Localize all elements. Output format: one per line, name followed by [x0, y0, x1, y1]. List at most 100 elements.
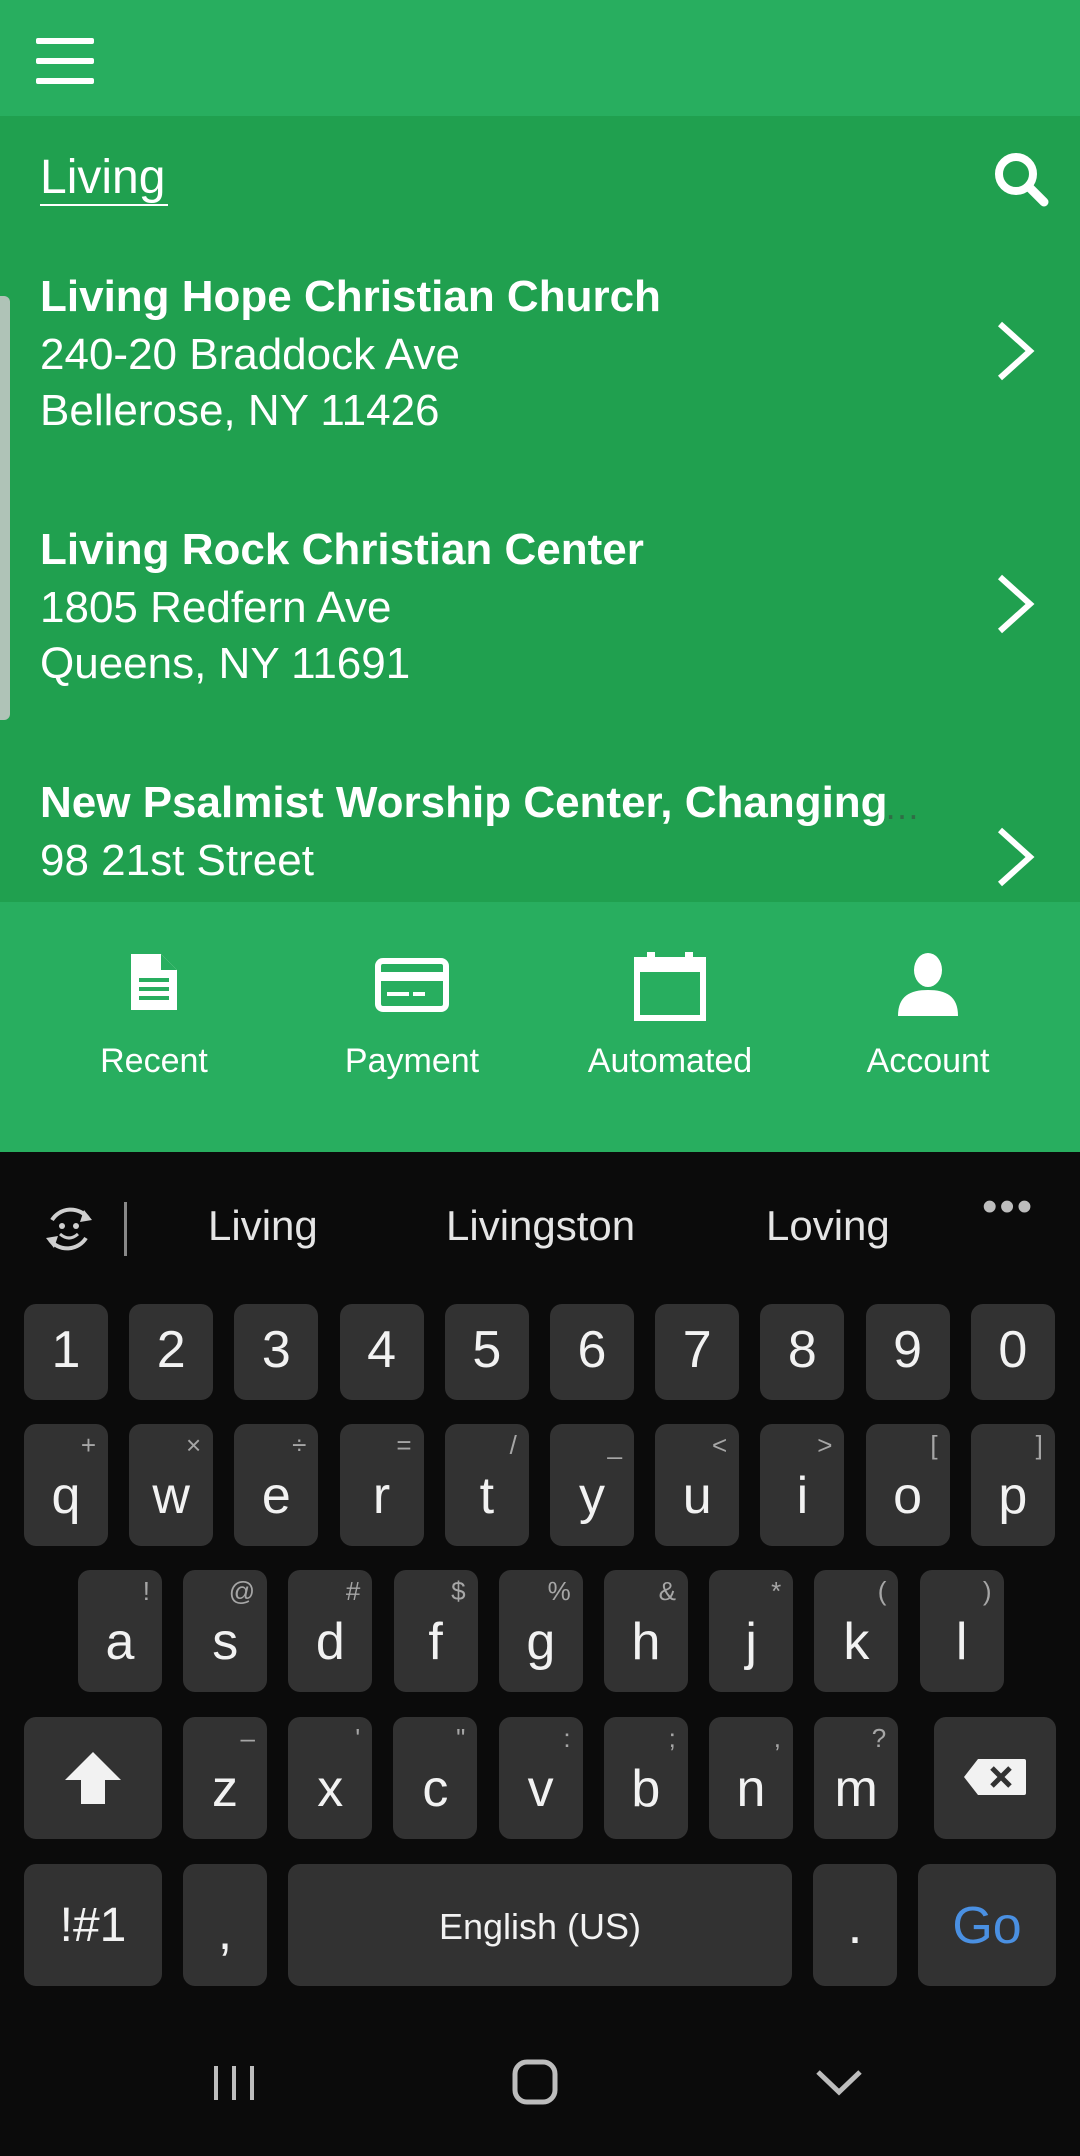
letter-key[interactable]: / t [444, 1424, 529, 1546]
result-item[interactable]: New Psalmist Worship Center, Changing … … [0, 778, 1080, 902]
letter-key[interactable]: ] p [970, 1424, 1055, 1546]
result-name: New Psalmist Worship Center, Changing [40, 778, 888, 827]
key-label: s [212, 1613, 239, 1671]
scroll-handle[interactable] [0, 296, 10, 720]
letter-key[interactable]: @ s [183, 1570, 268, 1692]
key-label: 8 [787, 1321, 817, 1379]
key-label: o [893, 1467, 923, 1525]
chevron-down-icon[interactable] [804, 2052, 874, 2112]
key-label: 1 [51, 1321, 81, 1379]
letter-key[interactable]: ) l [919, 1570, 1004, 1692]
letter-key[interactable]: * j [709, 1570, 794, 1692]
suggestion-item[interactable]: Living [208, 1202, 318, 1250]
key-secondary-label: _ [607, 1430, 622, 1460]
key-secondary-label: ! [142, 1576, 150, 1606]
key-label: 2 [156, 1321, 186, 1379]
hamburger-menu-icon[interactable] [36, 38, 94, 84]
key-secondary-label: * [771, 1576, 782, 1606]
number-key[interactable]: 8 [760, 1304, 845, 1400]
key-secondary-label: " [456, 1723, 466, 1753]
letter-key[interactable]: ; b [603, 1717, 688, 1839]
key-label: r [372, 1467, 391, 1525]
key-label: Go [952, 1897, 1022, 1955]
number-key[interactable]: 4 [339, 1304, 424, 1400]
letter-key[interactable]: % g [498, 1570, 583, 1692]
letter-key[interactable]: < u [655, 1424, 740, 1546]
result-address-line2: Bellerose, NY 11426 [40, 386, 440, 435]
key-secondary-label: % [547, 1576, 571, 1606]
search-text-underline [40, 204, 168, 206]
letter-key[interactable]: (k [814, 1570, 899, 1692]
go-key[interactable]: Go [918, 1864, 1056, 1986]
tab-account[interactable]: Account [799, 902, 1057, 1152]
number-key[interactable]: 5 [444, 1304, 529, 1400]
suggestion-item[interactable]: Livingston [446, 1202, 635, 1250]
credit-card-icon [375, 958, 449, 1012]
period-key[interactable]: . [813, 1864, 897, 1986]
soft-keyboard: Living Livingston Loving ••• 1 2 3 4 5 6 7 8 9 0 +… [0, 1152, 1080, 2012]
letter-key[interactable]: ,n [709, 1717, 793, 1839]
key-secondary-label: ) [982, 1576, 992, 1606]
app-header [0, 0, 1080, 116]
suggestion-divider [124, 1202, 127, 1256]
key-label: , [217, 1903, 233, 1961]
letter-key[interactable]: ? m [814, 1717, 899, 1839]
letter-key[interactable]: & h [604, 1570, 688, 1692]
number-key[interactable]: 9 [865, 1304, 950, 1400]
letter-key[interactable]: ! a [78, 1570, 162, 1692]
letter-key[interactable]: _ y [550, 1424, 634, 1546]
key-secondary-label: $ [451, 1576, 466, 1606]
backspace-key[interactable] [934, 1717, 1056, 1839]
key-label: g [526, 1613, 556, 1671]
recent-apps-icon[interactable] [200, 2052, 270, 2112]
key-label: l [955, 1613, 968, 1671]
number-key[interactable]: 7 [655, 1304, 740, 1400]
tab-automated[interactable]: Automated [541, 902, 799, 1152]
letter-key[interactable]: :v [498, 1717, 583, 1839]
key-secondary-label: : [563, 1723, 571, 1753]
space-key[interactable]: English (US) [288, 1864, 792, 1986]
key-secondary-label: , [773, 1723, 781, 1753]
emoji-sync-icon[interactable] [40, 1200, 98, 1258]
number-key[interactable]: 0 [970, 1304, 1055, 1400]
home-icon[interactable] [500, 2052, 570, 2112]
result-item[interactable]: Living Rock Christian Center 1805 Redfer… [0, 525, 1080, 755]
letter-key[interactable]: ' x [288, 1717, 373, 1839]
tab-label: Account [866, 1042, 990, 1080]
key-secondary-label: = [396, 1430, 412, 1460]
letter-key[interactable]: [o [865, 1424, 950, 1546]
key-secondary-label: ? [871, 1723, 887, 1753]
letter-key[interactable]: > i [760, 1424, 845, 1546]
letter-key[interactable]: ÷ e [234, 1424, 319, 1546]
comma-key[interactable]: , [183, 1864, 267, 1986]
letter-key[interactable]: × w [129, 1424, 214, 1546]
search-icon[interactable] [992, 150, 1050, 208]
letter-key[interactable]: = r [339, 1424, 424, 1546]
tab-payment[interactable]: Payment [283, 902, 541, 1152]
number-key[interactable]: 6 [550, 1304, 634, 1400]
number-key[interactable]: 3 [234, 1304, 319, 1400]
key-label: k [843, 1613, 870, 1671]
letter-key[interactable]: $ f [393, 1570, 478, 1692]
letter-key[interactable]: " c [393, 1717, 478, 1839]
result-item[interactable]: Living Hope Christian Church 240-20 Brad… [0, 272, 1080, 502]
letter-key[interactable]: # d [288, 1570, 373, 1692]
symbols-key[interactable]: !#1 [24, 1864, 162, 1986]
tab-recent[interactable]: Recent [25, 902, 283, 1152]
tab-label: Payment [344, 1042, 480, 1080]
result-name: Living Rock Christian Center [40, 525, 644, 574]
key-secondary-label: × [186, 1430, 202, 1460]
letter-key[interactable]: – z [183, 1717, 267, 1839]
letter-key[interactable]: + q [24, 1424, 108, 1546]
suggestion-item[interactable]: Loving [766, 1202, 890, 1250]
key-label: 3 [261, 1321, 291, 1379]
number-key[interactable]: 1 [24, 1304, 108, 1400]
search-input[interactable] [40, 146, 900, 208]
number-key[interactable]: 2 [129, 1304, 214, 1400]
more-suggestions-button[interactable]: ••• [982, 1182, 1034, 1232]
key-label: d [315, 1613, 345, 1671]
document-icon [131, 954, 177, 1010]
tab-label: Automated [587, 1042, 753, 1080]
key-label: p [998, 1467, 1028, 1525]
shift-key[interactable] [24, 1717, 162, 1839]
